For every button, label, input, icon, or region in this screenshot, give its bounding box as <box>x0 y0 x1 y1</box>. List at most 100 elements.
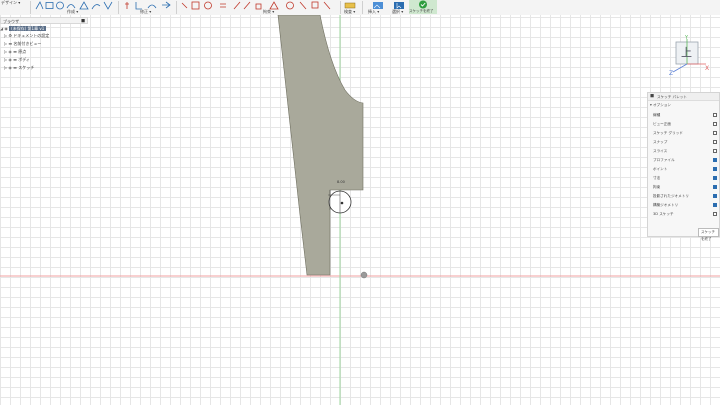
toolbar: デザイン ▾ 作成 ▾ 修正 ▾ 拘束 ▾ 検査 ▾ 挿入 ▾ 選択 ▾ スケッ… <box>0 0 720 16</box>
browser-item-bodies[interactable]: ▷ ◉ ▬ ボディ <box>4 57 30 63</box>
fillet-icon <box>125 2 129 9</box>
browser-root-label: (未保存) 第1章 v1 <box>9 26 47 31</box>
expand-arrow-icon[interactable]: ◢ <box>0 26 3 31</box>
folder-icon: ▬ <box>13 57 17 62</box>
option-checkbox[interactable] <box>713 140 717 144</box>
expand-arrow-icon[interactable]: ▷ <box>4 65 7 70</box>
palette-row-3d-sketch[interactable]: 3D スケッチ <box>653 210 717 218</box>
palette-row-projected-geometry[interactable]: 投影されたジオメトリ <box>653 192 717 200</box>
browser-panel: ブラウザ ◼ ◢ ◉ (未保存) 第1章 v1 ▷ ⚙ ドキュメントの設定 ▷ … <box>0 17 88 73</box>
smooth-icon <box>286 1 294 10</box>
finish-sketch-label: スケッチを終了 <box>409 9 434 13</box>
option-checkbox[interactable] <box>713 158 717 162</box>
option-checkbox[interactable] <box>713 113 717 117</box>
axis-x-label: X <box>705 65 710 72</box>
browser-item-label: スケッチ <box>18 65 35 70</box>
palette-row-look-at[interactable]: ビュー正面 <box>653 120 717 128</box>
toolbar-separator <box>362 1 363 14</box>
axis-y-label: Y <box>685 35 689 41</box>
expand-arrow-icon[interactable]: ▷ <box>4 49 7 54</box>
palette-collapse-icon[interactable]: ◼ <box>650 93 654 99</box>
viewcube[interactable]: 上 Y X Z <box>668 35 710 78</box>
palette-row-profile[interactable]: プロファイル <box>653 156 717 164</box>
browser-item-named-views[interactable]: ▷ ▬ 名前付きビュー <box>4 41 41 47</box>
option-checkbox[interactable] <box>713 122 717 126</box>
option-checkbox[interactable] <box>713 149 717 153</box>
constraint-tools-icons[interactable] <box>180 1 340 10</box>
coincident-icon <box>181 2 188 9</box>
palette-finish-sketch-button[interactable]: スケッチを終了 <box>698 228 719 241</box>
palette-row-label: ビュー正面 <box>653 122 671 126</box>
browser-item-label: ボディ <box>18 57 30 62</box>
option-checkbox[interactable] <box>713 212 717 216</box>
palette-row-points[interactable]: ポイント <box>653 165 717 173</box>
palette-title: スケッチ パレット <box>657 94 687 99</box>
browser-item-origin[interactable]: ▷ ◉ ▬ 原点 <box>4 49 26 55</box>
visibility-eye-icon[interactable]: ◉ <box>4 26 8 31</box>
concentric-icon <box>204 1 212 10</box>
palette-row-label: スナップ <box>653 140 668 144</box>
folder-icon: ▬ <box>8 41 13 46</box>
option-checkbox[interactable] <box>713 194 717 198</box>
axis-z-label: Z <box>669 70 674 77</box>
circle-center-point[interactable] <box>340 201 344 205</box>
palette-row-slice[interactable]: スライス <box>653 147 717 155</box>
palette-row-constraints[interactable]: 拘束 <box>653 183 717 191</box>
palette-row-construction-geometry[interactable]: 構築ジオメトリ <box>653 201 717 209</box>
option-checkbox[interactable] <box>713 176 717 180</box>
spline-icon <box>91 4 101 10</box>
palette-row-linetype[interactable]: 線種 <box>653 111 717 119</box>
perpendicular-icon <box>243 1 251 10</box>
palette-row-dimensions[interactable]: 寸法 <box>653 174 717 182</box>
line-icon <box>35 1 44 10</box>
palette-row-label: 線種 <box>653 113 661 117</box>
collinear-icon <box>323 1 331 10</box>
browser-item-document-settings[interactable]: ▷ ⚙ ドキュメントの設定 <box>4 33 49 39</box>
expand-arrow-icon[interactable]: ▷ <box>4 57 7 62</box>
equal-icon <box>220 3 226 8</box>
sketch-geometry <box>0 15 720 405</box>
folder-icon: ▬ <box>13 49 17 54</box>
extend-icon <box>147 4 157 9</box>
trim-icon <box>135 2 142 10</box>
z-axis-indicator <box>672 63 688 73</box>
option-checkbox[interactable] <box>713 131 717 135</box>
option-checkbox[interactable] <box>713 185 717 189</box>
browser-pin-icon[interactable]: ◼ <box>81 18 85 24</box>
toolbar-separator <box>340 1 341 14</box>
palette-row-label: 3D スケッチ <box>653 212 674 216</box>
check-icon <box>419 0 427 9</box>
sketch-profile[interactable] <box>277 15 364 276</box>
polygon-icon <box>79 1 89 10</box>
palette-row-label: 構築ジオメトリ <box>653 203 679 207</box>
tangent-icon <box>269 1 279 10</box>
sketch-palette: ◼ スケッチ パレット ▾ オプション 線種 ビュー正面 スケッチ グリッド ス… <box>647 92 720 241</box>
visibility-eye-icon[interactable]: ◉ <box>8 65 12 70</box>
browser-item-label: 名前付きビュー <box>13 41 42 46</box>
palette-section-options[interactable]: ▾ オプション <box>650 103 671 108</box>
browser-item-label: ドキュメントの設定 <box>13 33 50 38</box>
finish-sketch-button[interactable]: スケッチを終了 <box>409 0 437 14</box>
option-checkbox[interactable] <box>713 167 717 171</box>
palette-row-label: 投影されたジオメトリ <box>653 194 689 198</box>
expand-arrow-icon[interactable]: ▷ <box>4 33 7 38</box>
palette-row-snap[interactable]: スナップ <box>653 138 717 146</box>
expand-arrow-icon[interactable]: ▷ <box>4 41 7 46</box>
collapse-arrow-icon: ▾ <box>650 103 652 107</box>
visibility-eye-icon[interactable]: ◉ <box>8 57 12 62</box>
option-checkbox[interactable] <box>713 203 717 207</box>
radius-dimension[interactable]: 8.00 <box>337 180 345 184</box>
browser-title: ブラウザ <box>3 19 19 24</box>
palette-row-label: 寸法 <box>653 176 661 180</box>
browser-root-item[interactable]: ◢ ◉ (未保存) 第1章 v1 <box>0 26 47 32</box>
origin-point[interactable] <box>360 271 368 279</box>
palette-row-sketch-grid[interactable]: スケッチ グリッド <box>653 129 717 137</box>
palette-row-label: 拘束 <box>653 185 661 189</box>
folder-icon: ▬ <box>13 65 17 70</box>
arc-icon <box>66 4 76 9</box>
browser-item-sketches[interactable]: ▷ ◉ ▬ スケッチ <box>4 65 34 71</box>
workspace-selector[interactable]: デザイン ▾ <box>1 0 31 6</box>
viewcube-face-label: 上 <box>681 46 692 59</box>
visibility-eye-icon[interactable]: ◉ <box>8 49 12 54</box>
toolbar-separator <box>30 1 31 14</box>
